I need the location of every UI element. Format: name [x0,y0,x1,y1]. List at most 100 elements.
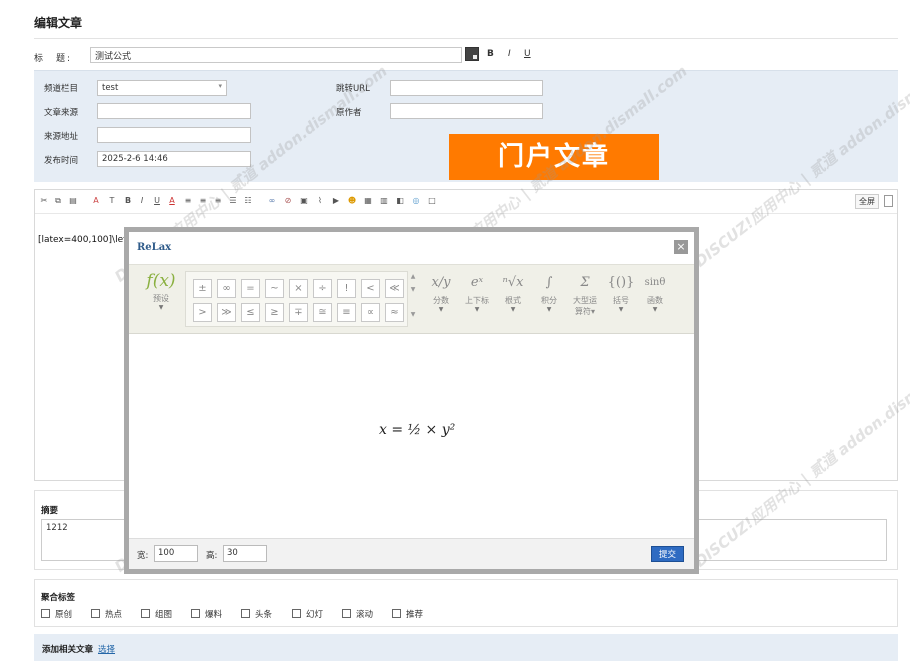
category-fraction[interactable]: x/y 分数 ▼ [423,271,459,313]
color-picker-button[interactable] [465,47,479,61]
tag-checkbox[interactable] [392,609,401,618]
symbol-scrollbar[interactable]: ▲ ▼ ▼ [407,273,419,327]
symbol-button[interactable]: ≤ [241,303,260,322]
tag-checkbox[interactable] [342,609,351,618]
tag-label: 热点 [105,610,123,620]
symbol-button[interactable]: ≅ [313,303,332,322]
scroll-down-icon[interactable]: ▼ [407,311,419,318]
select-related-link[interactable]: 选择 [98,643,115,655]
symbol-button[interactable]: ∝ [361,303,380,322]
font-size-icon[interactable]: T [107,196,117,206]
paste-icon[interactable]: ▤ [68,196,78,206]
function-icon: sinθ [644,277,666,288]
tag-checkbox[interactable] [292,609,301,618]
underline-button[interactable]: U [524,49,531,59]
channel-select[interactable]: test ▾ [97,80,227,96]
width-input[interactable]: 100 [154,545,198,562]
code-icon[interactable]: ▥ [379,196,389,206]
italic-icon[interactable]: I [137,196,147,206]
symbol-button[interactable]: ÷ [313,279,332,298]
tag-checkbox[interactable] [241,609,250,618]
author-label: 原作者 [336,108,362,118]
underline-icon[interactable]: U [152,196,162,206]
tag-label: 爆料 [205,610,223,620]
tag-checkbox[interactable] [191,609,200,618]
chevron-down-icon: ▼ [158,304,164,311]
bold-icon[interactable]: B [123,196,133,206]
preset-icon: f(x) [146,271,176,291]
category-script[interactable]: eˣ 上下标 ▼ [459,271,495,313]
close-icon[interactable]: × [674,240,688,254]
align-left-icon[interactable]: ≡ [183,196,193,206]
symbol-button[interactable]: ≪ [385,279,404,298]
tag-checkbox[interactable] [91,609,100,618]
media-icon[interactable]: ▶ [331,196,341,206]
symbol-button[interactable]: ~ [265,279,284,298]
unlink-icon[interactable]: ⊘ [283,196,293,206]
symbol-button[interactable]: ≈ [385,303,404,322]
redirect-url-input[interactable] [390,80,543,96]
table-icon[interactable]: ▦ [363,196,373,206]
page-icon[interactable] [884,195,893,207]
formula-toolbar: f(x) 预设 ▼ ± ∞ = ~ × ÷ ! < ≪ > ≫ ≤ ≥ ∓ ≅ … [129,264,694,334]
symbol-button[interactable]: ! [337,279,356,298]
symbol-button[interactable]: × [289,279,308,298]
editor-content[interactable]: [latex=400,100]\left [38,235,130,245]
fullscreen-button[interactable]: 全屏 [855,194,879,209]
category-large-operator[interactable]: Σ 大型运算符▾ [563,271,607,317]
copy-icon[interactable]: ⧉ [53,196,63,206]
height-input[interactable]: 30 [223,545,267,562]
category-integral[interactable]: ∫ 积分 ▼ [531,271,567,313]
scroll-down-icon[interactable]: ▼ [407,286,419,293]
editor-toolbar: ✂ ⧉ ▤ A T B I U A ≡ ≡ ≡ ☰ ☷ ∞ ⊘ ▣ ⌇ ▶ ☻ … [35,190,897,214]
unordered-list-icon[interactable]: ☷ [243,196,253,206]
symbol-button[interactable]: ≥ [265,303,284,322]
attachment-icon[interactable]: ⌇ [315,196,325,206]
preset-label: 预设 [153,294,169,303]
symbol-button[interactable]: ± [193,279,212,298]
formula-preview[interactable]: x = ½ × y² [129,334,694,538]
bold-button[interactable]: B [487,49,494,59]
symbol-button[interactable]: ≡ [337,303,356,322]
font-family-icon[interactable]: A [91,196,101,206]
ordered-list-icon[interactable]: ☰ [228,196,238,206]
category-radical[interactable]: ⁿ√x 根式 ▼ [495,271,531,313]
symbol-button[interactable]: ∓ [289,303,308,322]
preset-dropdown[interactable]: f(x) 预设 ▼ [143,271,179,311]
quote-icon[interactable]: ◧ [395,196,405,206]
summary-label: 摘要 [41,506,59,516]
cut-icon[interactable]: ✂ [39,196,49,206]
symbol-panel: ± ∞ = ~ × ÷ ! < ≪ > ≫ ≤ ≥ ∓ ≅ ≡ ∝ ≈ [185,271,408,327]
symbol-button[interactable]: < [361,279,380,298]
dialog-title: ReLax [137,242,172,253]
tag-checkbox[interactable] [41,609,50,618]
publish-time-input[interactable]: 2025-2-6 14:46 [97,151,251,167]
category-bracket[interactable]: {()} 括号 ▼ [603,271,639,313]
symbol-button[interactable]: = [241,279,260,298]
symbol-button[interactable]: ≫ [217,303,236,322]
chevron-down-icon: ▼ [474,306,480,313]
align-center-icon[interactable]: ≡ [198,196,208,206]
symbol-button[interactable]: ∞ [217,279,236,298]
flash-icon[interactable]: ◎ [411,196,421,206]
chevron-down-icon: ▼ [546,306,552,313]
title-input[interactable]: 测试公式 [90,47,462,63]
superscript-icon: eˣ [470,275,484,290]
category-function[interactable]: sinθ 函数 ▼ [637,271,673,313]
symbol-button[interactable]: > [193,303,212,322]
font-color-icon[interactable]: A [167,196,177,206]
submit-button[interactable]: 提交 [651,546,684,562]
align-right-icon[interactable]: ≡ [213,196,223,206]
link-icon[interactable]: ∞ [267,196,277,206]
source-input[interactable] [97,103,251,119]
source-url-input[interactable] [97,127,251,143]
image-icon[interactable]: ▣ [299,196,309,206]
tag-checkbox[interactable] [141,609,150,618]
related-articles-label: 添加相关文章 [42,645,94,655]
scroll-up-icon[interactable]: ▲ [407,273,419,280]
italic-button[interactable]: I [508,49,511,59]
source-toggle-icon[interactable]: □ [427,196,437,206]
smiley-icon[interactable]: ☻ [347,196,357,206]
author-input[interactable] [390,103,543,119]
radical-icon: ⁿ√x [502,275,524,290]
